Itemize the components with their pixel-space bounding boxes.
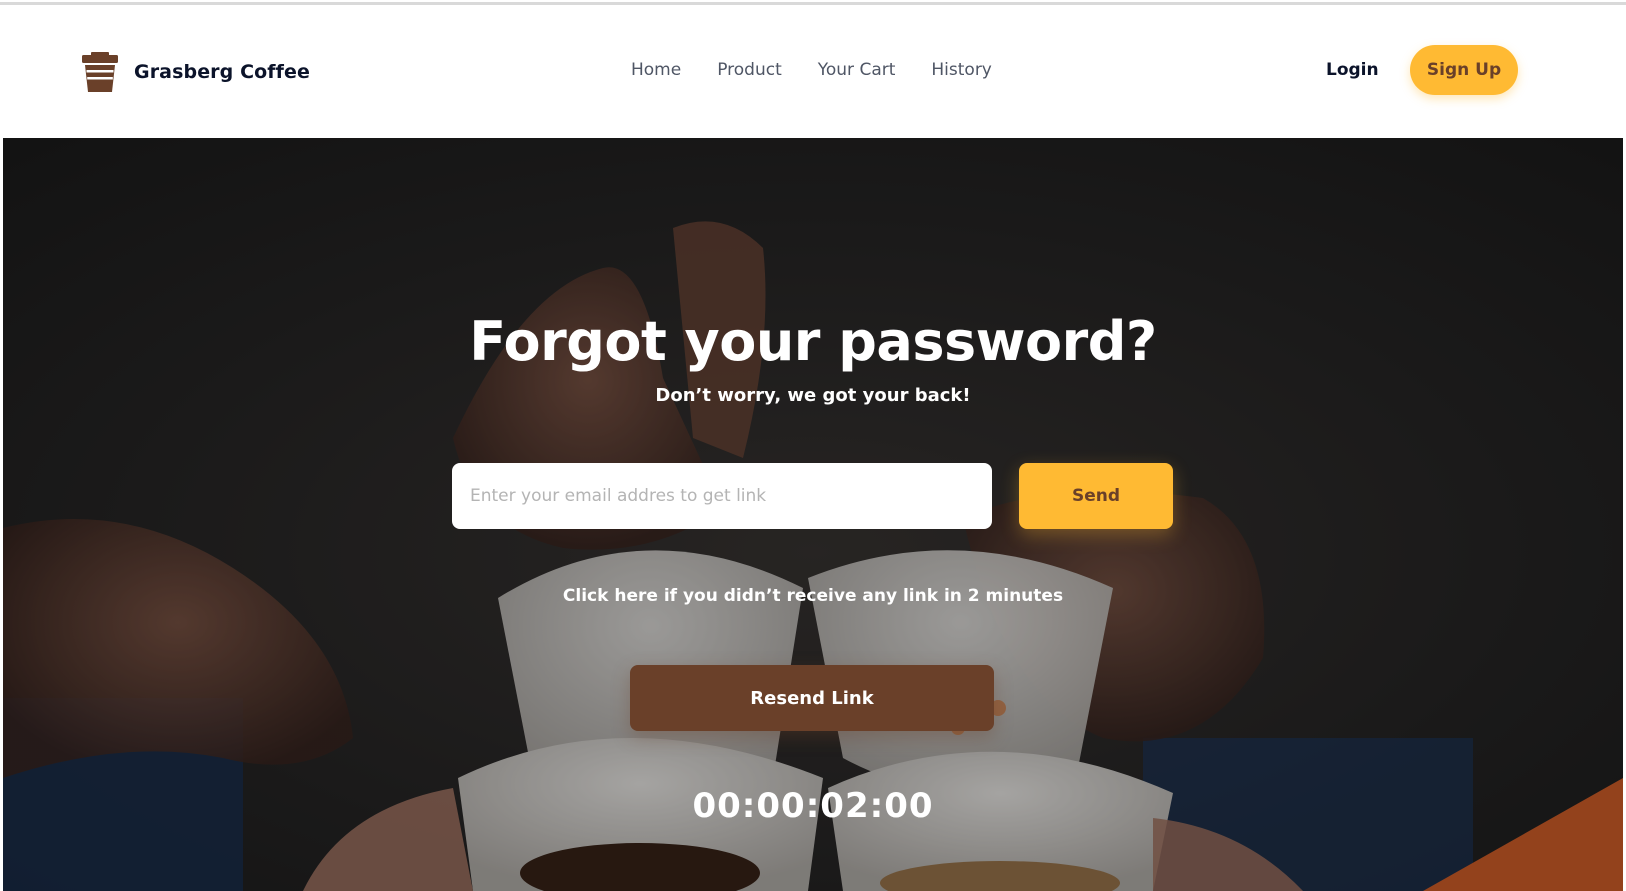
- resend-help-link[interactable]: Click here if you didn’t receive any lin…: [3, 586, 1623, 606]
- login-link[interactable]: Login: [1326, 60, 1379, 80]
- nav-link-product[interactable]: Product: [717, 60, 782, 80]
- nav-link-home[interactable]: Home: [631, 60, 681, 80]
- brand-name: Grasberg Coffee: [134, 61, 310, 83]
- email-input[interactable]: [452, 463, 992, 529]
- page-subtitle: Don’t worry, we got your back!: [655, 385, 971, 406]
- send-button[interactable]: Send: [1019, 463, 1173, 529]
- navbar: Grasberg Coffee Home Product Your Cart H…: [0, 5, 1626, 138]
- resend-link-button[interactable]: Resend Link: [630, 665, 994, 731]
- page-title: Forgot your password?: [469, 310, 1157, 373]
- signup-button[interactable]: Sign Up: [1410, 45, 1518, 95]
- brand[interactable]: Grasberg Coffee: [82, 49, 310, 95]
- hero-section: Forgot your password? Don’t worry, we go…: [3, 138, 1623, 891]
- nav-link-your-cart[interactable]: Your Cart: [818, 60, 896, 80]
- coffee-cup-icon: [82, 52, 118, 92]
- nav-link-history[interactable]: History: [931, 60, 991, 80]
- main-nav: Home Product Your Cart History: [631, 60, 992, 80]
- countdown-timer: 00:00:02:00: [692, 786, 934, 826]
- page: Grasberg Coffee Home Product Your Cart H…: [0, 0, 1626, 891]
